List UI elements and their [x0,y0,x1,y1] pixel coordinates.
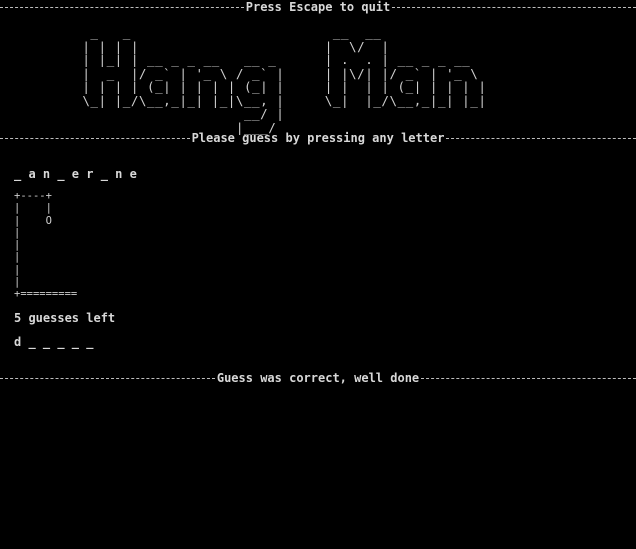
divider-dash-right [421,377,636,379]
divider-dash-left [0,6,244,8]
hangman-ascii-logo: _ _ __ __ | | | | | \/ | | |_| | __ _ _ … [82,25,487,135]
divider-dash-right [446,137,636,139]
gallows-drawing: +----+ | | | O | | | | | +========= [14,190,78,301]
divider-dash-right [392,6,636,8]
instruction-divider: Please guess by pressing any letter [0,131,636,145]
divider-dash-left [0,137,190,139]
guesses-left: 5 guesses left [14,311,116,325]
quit-prompt: Press Escape to quit [245,0,391,14]
instruction-text: Please guess by pressing any letter [191,131,445,145]
header-divider: Press Escape to quit [0,0,636,14]
status-message: Guess was correct, well done [216,371,420,385]
guessed-letters: d _ _ _ _ _ [14,335,94,349]
status-divider: Guess was correct, well done [0,371,636,385]
word-display: _ a n _ e r _ n e [14,167,137,181]
divider-dash-left [0,377,215,379]
